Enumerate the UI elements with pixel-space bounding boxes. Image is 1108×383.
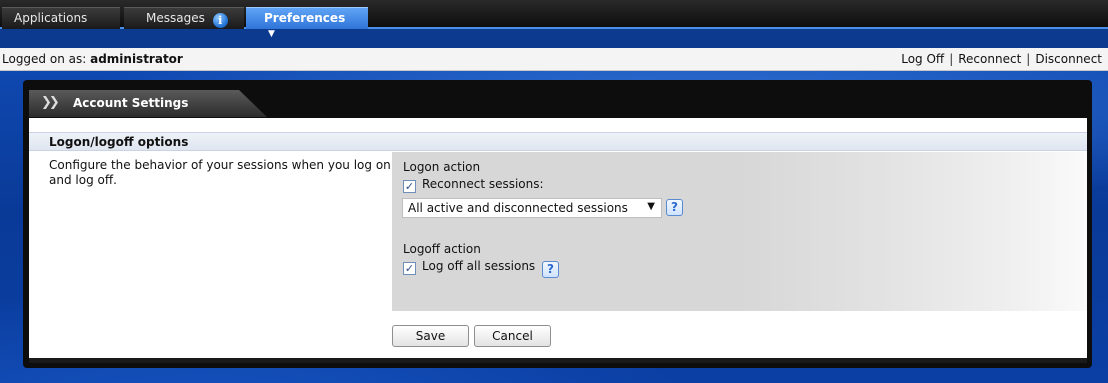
account-settings-title: Account Settings: [73, 96, 189, 110]
logoff-all-checkbox[interactable]: ✓: [403, 262, 416, 275]
save-button[interactable]: Save: [392, 325, 469, 347]
logged-on-user: administrator: [90, 52, 183, 66]
link-separator: |: [949, 52, 954, 66]
session-links: Log Off | Reconnect | Disconnect: [901, 52, 1102, 66]
reconnect-select-value: All active and disconnected sessions: [408, 201, 628, 215]
tab-preferences-label: Preferences: [264, 11, 346, 25]
tab-messages[interactable]: Messages i: [124, 7, 244, 29]
account-settings-tab: ❯❯ Account Settings: [29, 90, 267, 117]
logoff-row: ✓ Log off all sessions ?: [403, 259, 560, 278]
disconnect-link[interactable]: Disconnect: [1035, 52, 1102, 66]
tab-applications[interactable]: Applications: [2, 7, 120, 29]
reconnect-checkbox[interactable]: ✓: [403, 180, 416, 193]
link-separator: |: [1026, 52, 1031, 66]
logoff-action-label: Logoff action: [403, 242, 481, 256]
chevron-down-icon: ▼: [268, 29, 275, 39]
top-navigation: Applications Messages i Preferences ▼: [0, 0, 1108, 39]
tab-applications-label: Applications: [14, 11, 88, 25]
logon-status-bar: Logged on as: administrator Log Off | Reco…: [0, 48, 1108, 71]
panel-bottom-edge: [29, 358, 1087, 363]
log-off-link[interactable]: Log Off: [901, 52, 944, 66]
section-description: Configure the behavior of your sessions …: [49, 158, 391, 187]
logon-action-label: Logon action: [403, 160, 481, 174]
logged-on-prefix: Logged on as:: [2, 52, 91, 66]
settings-panel: Logon/logoff options Configure the behav…: [29, 118, 1087, 358]
tab-messages-label: Messages: [146, 11, 205, 25]
reconnect-label: Reconnect sessions:: [422, 177, 544, 191]
logged-on-as: Logged on as: administrator: [2, 52, 183, 66]
reconnect-sessions-select[interactable]: All active and disconnected sessions ▼: [402, 198, 662, 218]
double-chevron-right-icon: ❯❯: [41, 95, 60, 110]
reconnect-link[interactable]: Reconnect: [958, 52, 1021, 66]
cancel-button[interactable]: Cancel: [474, 325, 551, 347]
help-icon[interactable]: ?: [542, 261, 560, 278]
tab-preferences[interactable]: Preferences ▼: [246, 7, 368, 39]
options-area: Logon action ✓ Reconnect sessions: All ac…: [392, 152, 1087, 311]
help-icon[interactable]: ?: [666, 199, 683, 216]
reconnect-row: ✓ Reconnect sessions:: [403, 177, 544, 193]
logoff-all-label: Log off all sessions: [422, 259, 536, 273]
section-header: Logon/logoff options: [29, 132, 1087, 151]
chevron-down-icon: ▼: [647, 201, 655, 212]
info-icon: i: [212, 13, 228, 28]
